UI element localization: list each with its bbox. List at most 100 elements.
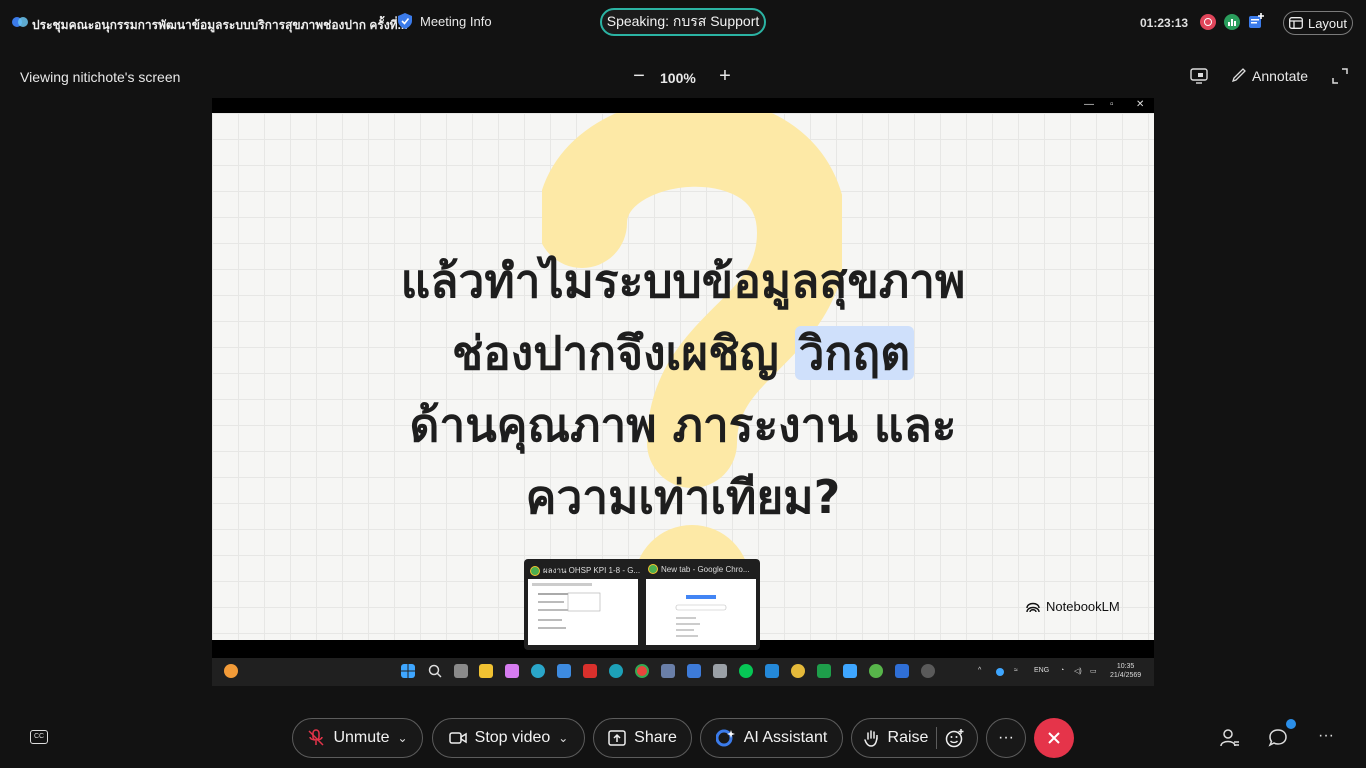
webex-taskbar-icon[interactable] [921, 664, 935, 678]
start-icon[interactable] [401, 664, 415, 678]
thumbnail-preview [646, 579, 756, 645]
refresh-app-icon[interactable] [869, 664, 883, 678]
task-view-icon[interactable] [454, 664, 468, 678]
microphone-muted-icon [308, 729, 324, 746]
wifi-icon[interactable]: ◔ [1060, 667, 1064, 674]
thumbnail-title: New tab - Google Chro... [661, 564, 750, 574]
headline-line-2-text: ช่องปากจึงเผชิญ [451, 326, 795, 380]
viewing-screen-label: Viewing nitichote's screen [20, 69, 181, 85]
more-options-button[interactable]: ··· [986, 718, 1026, 758]
clock-time: 10:35 [1116, 663, 1135, 670]
window-thumbnail[interactable]: ผลงาน OHSP KPI 1-8 - G... [526, 559, 640, 648]
layout-label: Layout [1307, 15, 1348, 31]
system-clock[interactable]: 10:35 21/4/2569 [1110, 662, 1141, 680]
slide-headline: แล้วทำไมระบบข้อมูลสุขภาพ ช่องปากจึงเผชิญ… [272, 245, 1094, 533]
closed-captions-button[interactable]: CC [30, 730, 48, 744]
unmute-button[interactable]: Unmute ⌄ [292, 718, 423, 758]
meeting-timer: 01:23:13 [1140, 16, 1189, 30]
headline-highlight: วิกฤต [794, 326, 915, 380]
notepad-icon[interactable] [843, 664, 857, 678]
edge-icon[interactable] [531, 664, 545, 678]
meeting-title: ประชุมคณะอนุกรรมการพัฒนาข้อมูลระบบบริการ… [32, 18, 408, 32]
volume-icon[interactable]: ◁) [1074, 667, 1082, 675]
notebooklm-label: NotebookLM [1046, 599, 1120, 614]
webex-logo-icon [12, 17, 28, 27]
share-label: Share [634, 729, 677, 746]
security-app-icon[interactable] [687, 664, 701, 678]
headline-line-2: ช่องปากจึงเผชิญ วิกฤต [272, 317, 1094, 389]
taskbar-preview-popup: ผลงาน OHSP KPI 1-8 - G... New tab - Goog… [524, 559, 760, 650]
layout-icon [1289, 17, 1303, 29]
top-bar: ประชุมคณะอนุกรรมการพัฒนาข้อมูลระบบบริการ… [0, 0, 1366, 46]
excel-icon[interactable] [817, 664, 831, 678]
recording-icon[interactable] [1200, 14, 1216, 30]
share-button[interactable]: Share [593, 718, 692, 758]
annotate-button[interactable]: Annotate [1232, 68, 1308, 84]
more-menu-icon[interactable]: ··· [1318, 727, 1334, 745]
zoom-out-button[interactable]: − [630, 66, 648, 87]
active-speaker-indicator: Speaking: กบรส Support [600, 8, 766, 36]
notes-app-icon[interactable] [1248, 13, 1264, 29]
raise-label: Raise [887, 729, 929, 746]
chevron-down-icon[interactable]: ⌄ [397, 731, 407, 745]
fullscreen-icon[interactable] [1332, 68, 1348, 84]
zoom-level: 100% [660, 70, 696, 86]
tray-cloud-icon[interactable] [996, 668, 1004, 676]
battery-icon[interactable]: ▭ [1090, 667, 1097, 675]
window-minimize-icon[interactable]: — [1084, 99, 1094, 110]
app-l-icon[interactable] [583, 664, 597, 678]
window-thumbnail[interactable]: New tab - Google Chro... [644, 559, 758, 648]
stop-video-label: Stop video [474, 729, 551, 746]
leave-meeting-button[interactable] [1034, 718, 1074, 758]
close-icon [1048, 732, 1060, 744]
meeting-info-label: Meeting Info [420, 13, 492, 29]
annotate-label: Annotate [1252, 68, 1309, 84]
video-camera-icon [448, 732, 467, 744]
meeting-info-button[interactable]: Meeting Info [398, 13, 492, 29]
tools-app-icon[interactable] [713, 664, 727, 678]
chrome-icon [530, 565, 540, 576]
edge-dev-icon[interactable] [609, 664, 623, 678]
zoom-in-button[interactable]: + [716, 66, 734, 87]
ai-assistant-button[interactable]: AI Assistant [700, 718, 843, 758]
windows-taskbar: ^ ≈ ENG ◔ ◁) ▭ 10:35 21/4/2569 [212, 658, 1154, 686]
language-indicator[interactable]: ENG [1034, 667, 1049, 674]
chevron-down-icon[interactable]: ⌄ [558, 731, 568, 745]
network-app-icon[interactable] [661, 664, 675, 678]
chat-icon[interactable] [1268, 728, 1288, 748]
vscode-icon[interactable] [765, 664, 779, 678]
weather-icon[interactable] [224, 664, 238, 678]
headline-line-1: แล้วทำไมระบบข้อมูลสุขภาพ [400, 254, 966, 308]
stats-icon[interactable] [1224, 14, 1240, 30]
window-close-icon[interactable]: ✕ [1136, 99, 1144, 110]
screen-options-icon[interactable] [1190, 68, 1208, 84]
tray-chevron-icon[interactable]: ^ [978, 667, 981, 674]
shield-icon [398, 13, 412, 29]
layout-button[interactable]: Layout [1283, 11, 1353, 35]
divider [936, 727, 938, 749]
chat-notification-badge [1286, 719, 1296, 729]
stop-video-button[interactable]: Stop video ⌄ [432, 718, 585, 758]
raise-hand-button[interactable]: Raise [851, 718, 978, 758]
thumbnail-preview [528, 579, 638, 645]
browser-alt-icon[interactable] [791, 664, 805, 678]
chrome-icon[interactable] [635, 664, 649, 678]
notebooklm-brand: NotebookLM [1026, 599, 1120, 614]
share-screen-icon [608, 730, 626, 746]
participants-icon[interactable] [1220, 728, 1240, 748]
reaction-icon[interactable] [945, 728, 965, 748]
copilot-icon[interactable] [505, 664, 519, 678]
store-icon[interactable] [557, 664, 571, 678]
thumbnail-title: ผลงาน OHSP KPI 1-8 - G... [543, 566, 641, 575]
unmute-label: Unmute [333, 729, 390, 746]
notebooklm-logo-icon [1026, 602, 1040, 612]
vpn-shield-icon[interactable] [895, 664, 909, 678]
tray-network-icon[interactable]: ≈ [1014, 667, 1018, 674]
line-icon[interactable] [739, 664, 753, 678]
search-icon[interactable] [428, 664, 442, 678]
window-restore-icon[interactable]: ▫ [1110, 99, 1114, 110]
file-explorer-icon[interactable] [479, 664, 493, 678]
pen-icon [1232, 68, 1246, 82]
ai-assistant-label: AI Assistant [743, 729, 828, 746]
hand-icon [863, 730, 878, 747]
